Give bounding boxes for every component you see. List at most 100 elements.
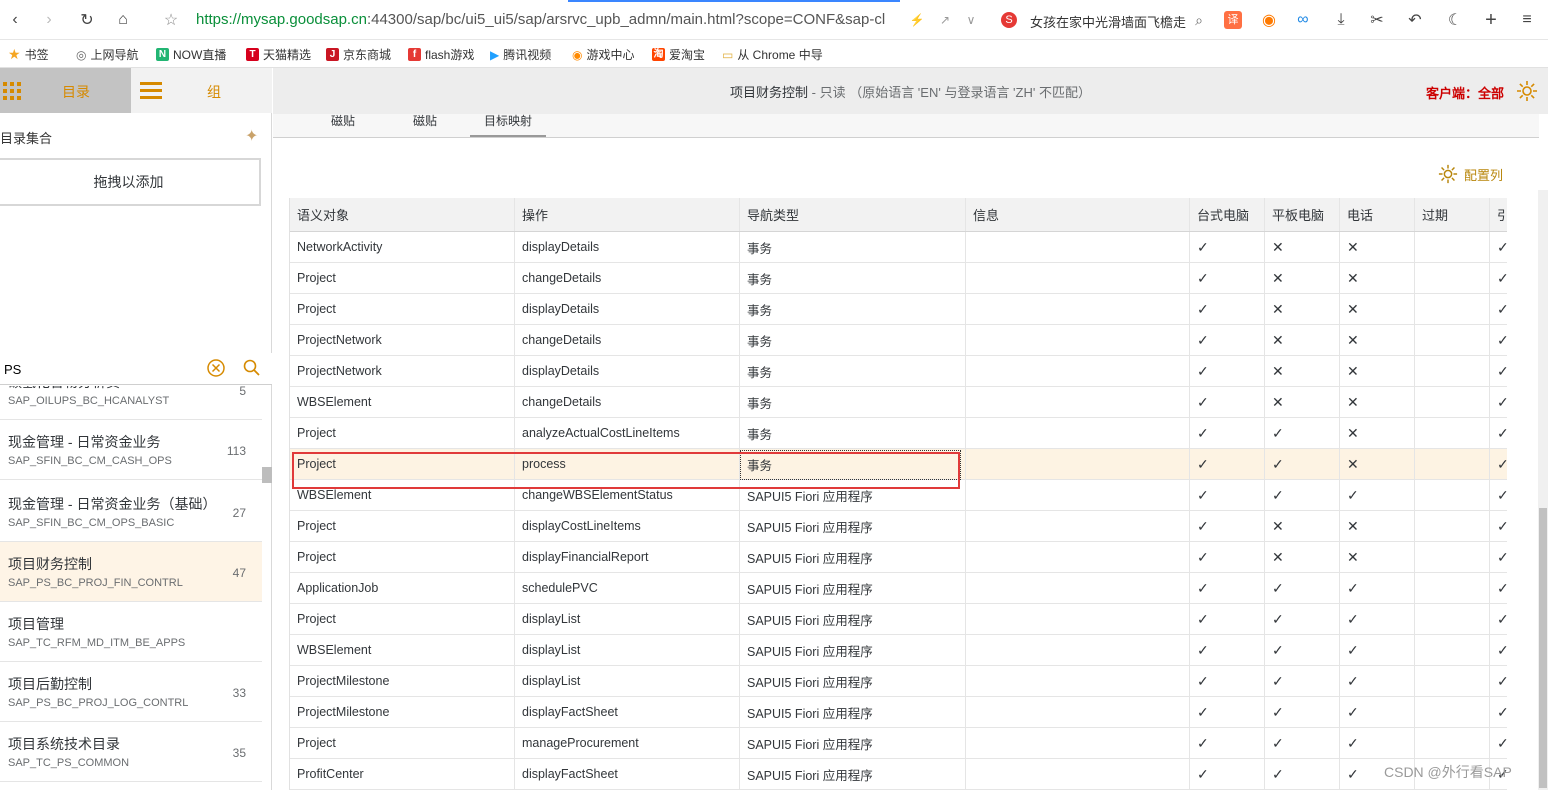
table-row[interactable]: Project displayFinancialReport SAPUI5 Fior… [290, 542, 1507, 573]
catalog-item[interactable]: 项目财务控制 SAP_PS_BC_PROJ_FIN_CONTRL 47 [0, 542, 262, 602]
tab-tiles-2[interactable]: 磁贴 [413, 112, 437, 129]
table-row[interactable]: NetworkActivitydisplayDetails事务 ✓ ✕ ✕ ✓ [290, 232, 1507, 263]
cell-obj: Project [290, 263, 515, 293]
cell-nav: SAPUI5 Fiori 应用程序 [740, 666, 966, 696]
catalog-item[interactable]: 现金管理 - 日常资金业务（基础） SAP_SFIN_BC_CM_OPS_BASI… [0, 482, 262, 542]
catalog-item[interactable]: 项目后勤控制 SAP_PS_BC_PROJ_LOG_CONTRL 33 [0, 662, 262, 722]
check-icon: ✓ [1490, 697, 1507, 727]
night-mode-icon[interactable]: ☾ [1444, 9, 1466, 31]
check-icon: ✓ [1497, 735, 1507, 752]
bookmark-taobao[interactable]: 淘爱淘宝 [652, 46, 705, 63]
bookmark-tmall[interactable]: T 天猫精选 [246, 46, 311, 63]
check-icon: ✓ [1190, 449, 1265, 479]
home-icon[interactable]: ⌂ [112, 9, 134, 31]
bookmark-games[interactable]: ◉ 游戏中心 [572, 46, 635, 63]
table-row[interactable]: ProjectMilestone displayList SAPUI5 Fiori … [290, 666, 1507, 697]
gamepad-icon[interactable]: ◉ [1258, 9, 1280, 31]
bookmark-jd[interactable]: J 京东商城 [326, 46, 391, 63]
new-tab-icon[interactable]: + [1480, 9, 1502, 31]
undo-icon[interactable]: ↶ [1404, 9, 1426, 31]
column-header[interactable]: 台式电脑 [1190, 198, 1265, 231]
back-icon[interactable]: ‹ [4, 9, 26, 31]
tab-group[interactable]: 组 [207, 82, 221, 102]
menu-icon[interactable]: ≡ [1516, 9, 1538, 31]
table-row[interactable]: ApplicationJob schedulePVC SAPUI5 Fiori 应用… [290, 573, 1507, 604]
search-icon[interactable] [243, 359, 261, 377]
bookmark-nav[interactable]: ◎ 上网导航 [76, 46, 139, 63]
table-row[interactable]: ProjectdisplayListSAPUI5 Fiori 应用程序 ✓ ✓ ✓ ✓ [290, 604, 1507, 635]
sidebar-scrollbar[interactable] [262, 467, 272, 483]
cell-nav: SAPUI5 Fiori 应用程序 [740, 697, 966, 727]
table-row[interactable]: ProjectNetworkchangeDetails事务 ✓ ✕ ✕ ✓ [290, 325, 1507, 356]
cell-action: displayCostLineItems [515, 511, 740, 541]
tab-target-mapping[interactable]: 目标映射 [470, 112, 547, 137]
star-icon[interactable]: ☆ [160, 9, 182, 31]
cell-empty [966, 573, 1190, 603]
check-icon: ✓ [1197, 331, 1209, 348]
tab-tiles-1[interactable]: 磁贴 [331, 112, 355, 129]
column-header[interactable]: 过期 [1415, 198, 1490, 231]
bookmark-now[interactable]: N NOW直播 [156, 46, 226, 63]
scissors-icon[interactable]: ✂ [1366, 9, 1388, 31]
forward-icon[interactable]: › [38, 9, 60, 31]
check-icon: ✓ [1490, 511, 1507, 541]
share-icon[interactable]: ↗ [934, 9, 956, 31]
configure-columns-button[interactable]: 配置列 [1438, 164, 1503, 184]
catalog-title: 项目后勤控制 [8, 676, 92, 692]
download-icon[interactable]: ⤓ [1330, 9, 1352, 31]
check-icon: ✓ [1197, 579, 1209, 596]
cell-action: manageProcurement [515, 728, 740, 758]
table-row[interactable]: Project manageProcurement SAPUI5 Fiori 应用程… [290, 728, 1507, 759]
lightning-icon[interactable]: ⚡ [906, 9, 928, 31]
check-icon: ✓ [1340, 604, 1415, 634]
table-scrollbar[interactable] [1538, 190, 1548, 790]
bookmark-flash[interactable]: f flash游戏 [408, 46, 474, 63]
column-header[interactable]: 电话 [1340, 198, 1415, 231]
table-row[interactable]: ProjectchangeDetails事务 ✓ ✕ ✕ ✓ [290, 263, 1507, 294]
bookmark-video[interactable]: ▶ 腾讯视频 [490, 46, 551, 63]
column-header[interactable]: 平板电脑 [1265, 198, 1340, 231]
table-row[interactable]: WBSElement displayList SAPUI5 Fiori 应用程序 ✓ ✓… [290, 635, 1507, 666]
catalog-item[interactable]: 碳氢化合物分析员 SAP_OILUPS_BC_HCANALYST 5 [0, 386, 262, 420]
catalog-item[interactable]: 项目管理 SAP_TC_RFM_MD_ITM_BE_APPS [0, 602, 262, 662]
catalog-item[interactable]: 现金管理 - 日常资金业务 SAP_SFIN_BC_CM_CASH_OPS 113 [0, 420, 262, 480]
table-row[interactable]: ProjectanalyzeActualCostLineItems事务 ✓ ✓ ✕ ✓ [290, 418, 1507, 449]
cross-icon: ✕ [1265, 511, 1340, 541]
tab-catalog[interactable]: 目录 [0, 68, 131, 113]
url-field[interactable]: https://mysap.goodsap.cn:44300/sap/bc/ui… [196, 11, 885, 28]
clear-icon[interactable] [207, 359, 225, 377]
extension-icon[interactable]: ∞ [1292, 9, 1314, 31]
news-headline[interactable]: 女孩在家中光滑墙面飞檐走 [1030, 12, 1186, 31]
cross-icon: ✕ [1340, 511, 1415, 541]
table-row[interactable]: ProjectdisplayDetails事务 ✓ ✕ ✕ ✓ [290, 294, 1507, 325]
settings-icon[interactable] [1516, 80, 1538, 102]
bookmark-star[interactable]: ★ 书签 [8, 46, 49, 63]
bookmark-import[interactable]: ▭ 从 Chrome 中导 [722, 46, 823, 63]
catalog-item[interactable]: 项目系统技术目录 SAP_TC_PS_COMMON 35 [0, 722, 262, 782]
cell-obj: WBSElement [290, 635, 515, 665]
dropdown-icon[interactable]: ∨ [960, 9, 982, 31]
cross-icon: ✕ [1347, 548, 1359, 565]
column-header[interactable]: 语义对象 [290, 198, 515, 231]
catalog-id: SAP_TC_RFM_MD_ITM_BE_APPS [8, 637, 186, 649]
table-row[interactable]: ProjectNetworkdisplayDetails事务 ✓ ✕ ✕ ✓ [290, 356, 1507, 387]
table-row[interactable]: Project displayCostLineItems SAPUI5 Fiori … [290, 511, 1507, 542]
table-row[interactable]: ProjectMilestone displayFactSheet SAPUI5 F… [290, 697, 1507, 728]
hamburger-icon[interactable] [140, 81, 162, 99]
column-header[interactable]: 导航类型 [740, 198, 966, 231]
drop-zone[interactable]: 拖拽以添加 [0, 158, 261, 206]
sogou-icon[interactable]: S [998, 9, 1020, 31]
column-header[interactable]: 引 [1490, 198, 1507, 231]
table-row[interactable]: ProfitCenter displayFactSheet SAPUI5 Fiori… [290, 759, 1507, 790]
catalog-list: 碳氢化合物分析员 SAP_OILUPS_BC_HCANALYST 5 现金管理 - 日… [0, 386, 262, 790]
reload-icon[interactable]: ↻ [76, 9, 98, 31]
pin-icon[interactable]: ✦ [245, 126, 258, 146]
search-input[interactable] [4, 360, 194, 378]
translate-icon[interactable]: 译 [1222, 9, 1244, 31]
scrollbar-thumb[interactable] [1539, 508, 1547, 788]
column-header[interactable]: 信息 [966, 198, 1190, 231]
table-row[interactable]: WBSElementchangeDetails事务 ✓ ✕ ✕ ✓ [290, 387, 1507, 418]
search-icon[interactable]: ⌕ [1188, 9, 1210, 31]
column-header[interactable]: 操作 [515, 198, 740, 231]
taobao-icon: 淘 [652, 48, 665, 61]
